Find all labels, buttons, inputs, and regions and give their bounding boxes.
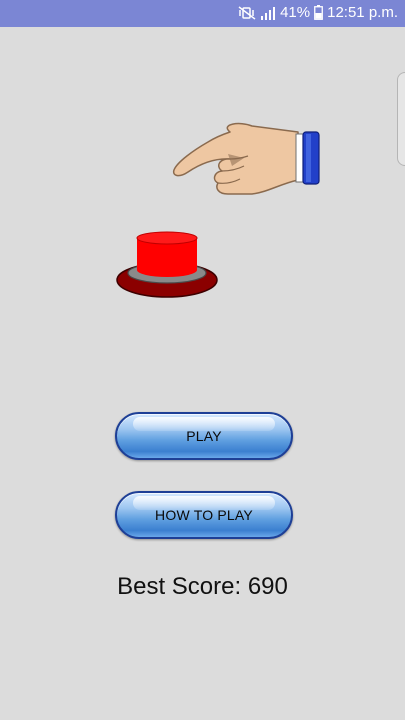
battery-icon	[314, 5, 324, 20]
play-button[interactable]: PLAY	[115, 412, 293, 460]
play-button-label: PLAY	[186, 428, 222, 444]
red-push-button-icon	[115, 228, 219, 305]
signal-icon	[260, 6, 276, 20]
main-menu-screen: 41% 12:51 p.m. PLAY HOW TO PLAY Best Sco…	[0, 0, 405, 720]
how-to-play-button[interactable]: HOW TO PLAY	[115, 491, 293, 539]
battery-percent: 41%	[280, 4, 311, 21]
pointing-hand-icon	[170, 118, 322, 205]
status-bar: 41% 12:51 p.m.	[0, 0, 405, 27]
mute-vibrate-icon	[238, 5, 256, 20]
status-time: 12:51 p.m.	[327, 4, 398, 21]
edge-panel-handle[interactable]	[397, 72, 405, 166]
status-indicators: 41% 12:51 p.m.	[238, 4, 398, 21]
how-to-play-button-label: HOW TO PLAY	[155, 507, 253, 523]
best-score-text: Best Score: 690	[117, 573, 288, 600]
